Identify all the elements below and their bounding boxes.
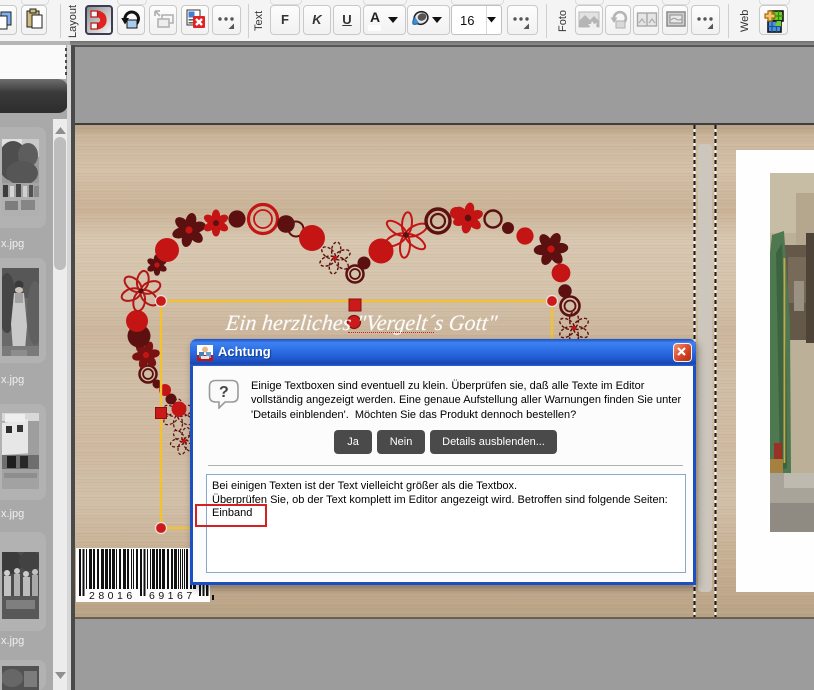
svg-text:69167: 69167 bbox=[149, 590, 196, 602]
svg-text:?: ? bbox=[219, 384, 229, 401]
svg-text:28016: 28016 bbox=[89, 590, 136, 602]
